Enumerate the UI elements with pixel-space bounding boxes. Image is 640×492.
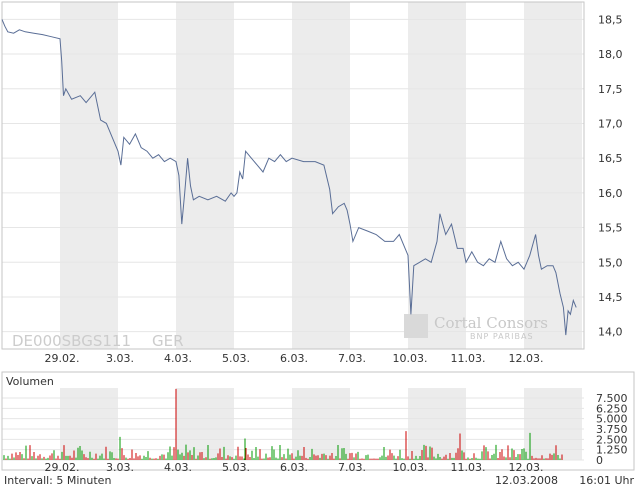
price-ytick-label: 14,5: [598, 291, 623, 304]
brand-subname: BNP PARIBAS: [470, 332, 534, 341]
volume-xtick-label: 3.03.: [106, 461, 134, 474]
volume-xtick-label: 12.03.: [509, 461, 544, 474]
price-ytick-label: 14,0: [598, 326, 623, 339]
volume-xtick-label: 7.03.: [338, 461, 366, 474]
price-ytick-label: 16,0: [598, 187, 623, 200]
volume-xtick-label: 5.03.: [222, 461, 250, 474]
brand-name: Cortal Consors: [434, 314, 548, 332]
price-xtick-label: 10.03.: [393, 352, 428, 365]
volume-label: Volumen: [6, 375, 54, 388]
exchange-watermark: GER: [152, 332, 184, 350]
chart-panel: DE000SBGS111 GER Cortal Consors BNP PARI…: [1, 1, 635, 487]
time-text: 16:01 Uhr: [579, 474, 634, 487]
price-xtick-label: 5.03.: [222, 352, 250, 365]
price-ytick-label: 15,5: [598, 222, 623, 235]
price-xtick-label: 11.03.: [451, 352, 486, 365]
volume-xtick-label: 10.03.: [393, 461, 428, 474]
price-xtick-label: 6.03.: [280, 352, 308, 365]
price-xtick-label: 3.03.: [106, 352, 134, 365]
price-xtick-label: 29.02.: [45, 352, 80, 365]
volume-xtick-label: 11.03.: [451, 461, 486, 474]
price-ytick-label: 15,0: [598, 256, 623, 269]
price-xtick-label: 4.03.: [164, 352, 192, 365]
price-ytick-label: 18,5: [598, 13, 623, 26]
price-ytick-label: 18,0: [598, 48, 623, 61]
volume-xtick-label: 4.03.: [164, 461, 192, 474]
interval-text: Intervall: 5 Minuten: [4, 474, 111, 487]
volume-ytick-label: 0: [596, 454, 603, 467]
price-ytick-label: 16,5: [598, 152, 623, 165]
volume-xtick-label: 29.02.: [45, 461, 80, 474]
price-xtick-label: 7.03.: [338, 352, 366, 365]
security-watermark: DE000SBGS111: [12, 332, 131, 350]
brand-logo-icon: [404, 314, 428, 338]
volume-xtick-label: 6.03.: [280, 461, 308, 474]
price-ytick-label: 17,5: [598, 83, 623, 96]
price-xtick-label: 12.03.: [509, 352, 544, 365]
price-ytick-label: 17,0: [598, 117, 623, 130]
date-text: 12.03.2008: [495, 474, 558, 487]
